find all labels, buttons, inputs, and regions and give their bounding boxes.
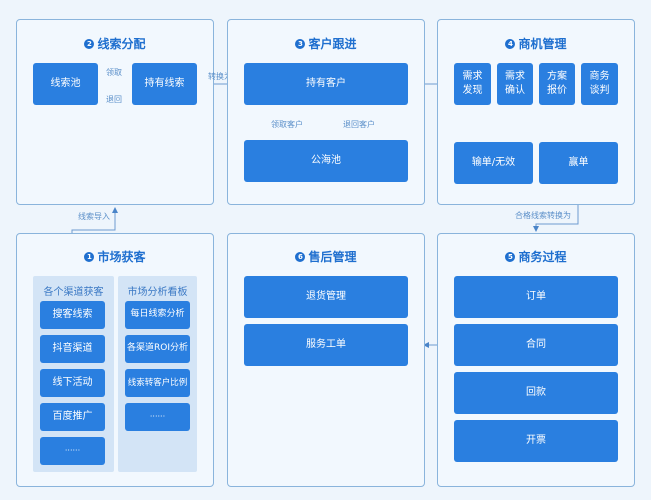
box-order[interactable]: 订单: [454, 276, 618, 318]
box-service-tickets[interactable]: 服务工单: [244, 324, 408, 366]
box-lead-pool[interactable]: 线索池: [33, 63, 98, 105]
panel-title: 2 线索分配: [17, 35, 213, 52]
step-badge: 3: [295, 38, 306, 49]
panel-lead-allocation: 2 线索分配: [16, 19, 214, 205]
box-analytics-item-more[interactable]: ······: [125, 403, 190, 431]
panel-title: 6 售后管理: [228, 248, 424, 265]
box-lost-invalid[interactable]: 输单/无效: [454, 142, 533, 184]
box-public-pool[interactable]: 公海池: [244, 140, 408, 182]
label-return-customer: 退回客户: [343, 120, 375, 129]
step-badge: 4: [505, 38, 516, 49]
box-payment[interactable]: 回款: [454, 372, 618, 414]
box-returns-management[interactable]: 退货管理: [244, 276, 408, 318]
box-analytics-item[interactable]: 各渠道ROI分析: [125, 335, 190, 363]
box-channel-item[interactable]: 线下活动: [40, 369, 105, 397]
step-badge: 1: [84, 251, 95, 262]
step-badge: 2: [84, 38, 95, 49]
panel-title: 4 商机管理: [438, 35, 634, 52]
panel-title: 3 客户跟进: [228, 35, 424, 52]
box-held-leads[interactable]: 持有线索: [132, 63, 197, 105]
label-qualified-convert: 合格线索转换为: [515, 211, 571, 220]
box-contract[interactable]: 合同: [454, 324, 618, 366]
step-badge: 5: [505, 251, 516, 262]
box-step-confirm[interactable]: 需求 确认: [497, 63, 533, 105]
label-claim: 领取: [106, 68, 122, 77]
box-step-negotiate[interactable]: 商务 谈判: [581, 63, 618, 105]
box-channel-item[interactable]: 百度推广: [40, 403, 105, 431]
box-channel-item[interactable]: 搜客线索: [40, 301, 105, 329]
box-step-discover[interactable]: 需求 发现: [454, 63, 491, 105]
box-invoice[interactable]: 开票: [454, 420, 618, 462]
box-step-quote[interactable]: 方案 报价: [539, 63, 575, 105]
box-channel-item[interactable]: 抖音渠道: [40, 335, 105, 363]
box-won[interactable]: 赢单: [539, 142, 618, 184]
box-analytics-item[interactable]: 每日线索分析: [125, 301, 190, 329]
box-analytics-item[interactable]: 线索转客户比例: [125, 369, 190, 397]
column-header-analytics: 市场分析看板: [127, 287, 188, 298]
column-header-channels: 各个渠道获客: [43, 287, 104, 298]
box-channel-item-more[interactable]: ······: [40, 437, 105, 465]
label-claim-customer: 领取客户: [271, 120, 303, 129]
step-badge: 6: [295, 251, 306, 262]
label-return: 退回: [106, 95, 122, 104]
box-held-customers[interactable]: 持有客户: [244, 63, 408, 105]
label-lead-import: 线索导入: [78, 212, 110, 221]
panel-title: 5 商务过程: [438, 248, 634, 265]
panel-title: 1 市场获客: [17, 248, 213, 265]
